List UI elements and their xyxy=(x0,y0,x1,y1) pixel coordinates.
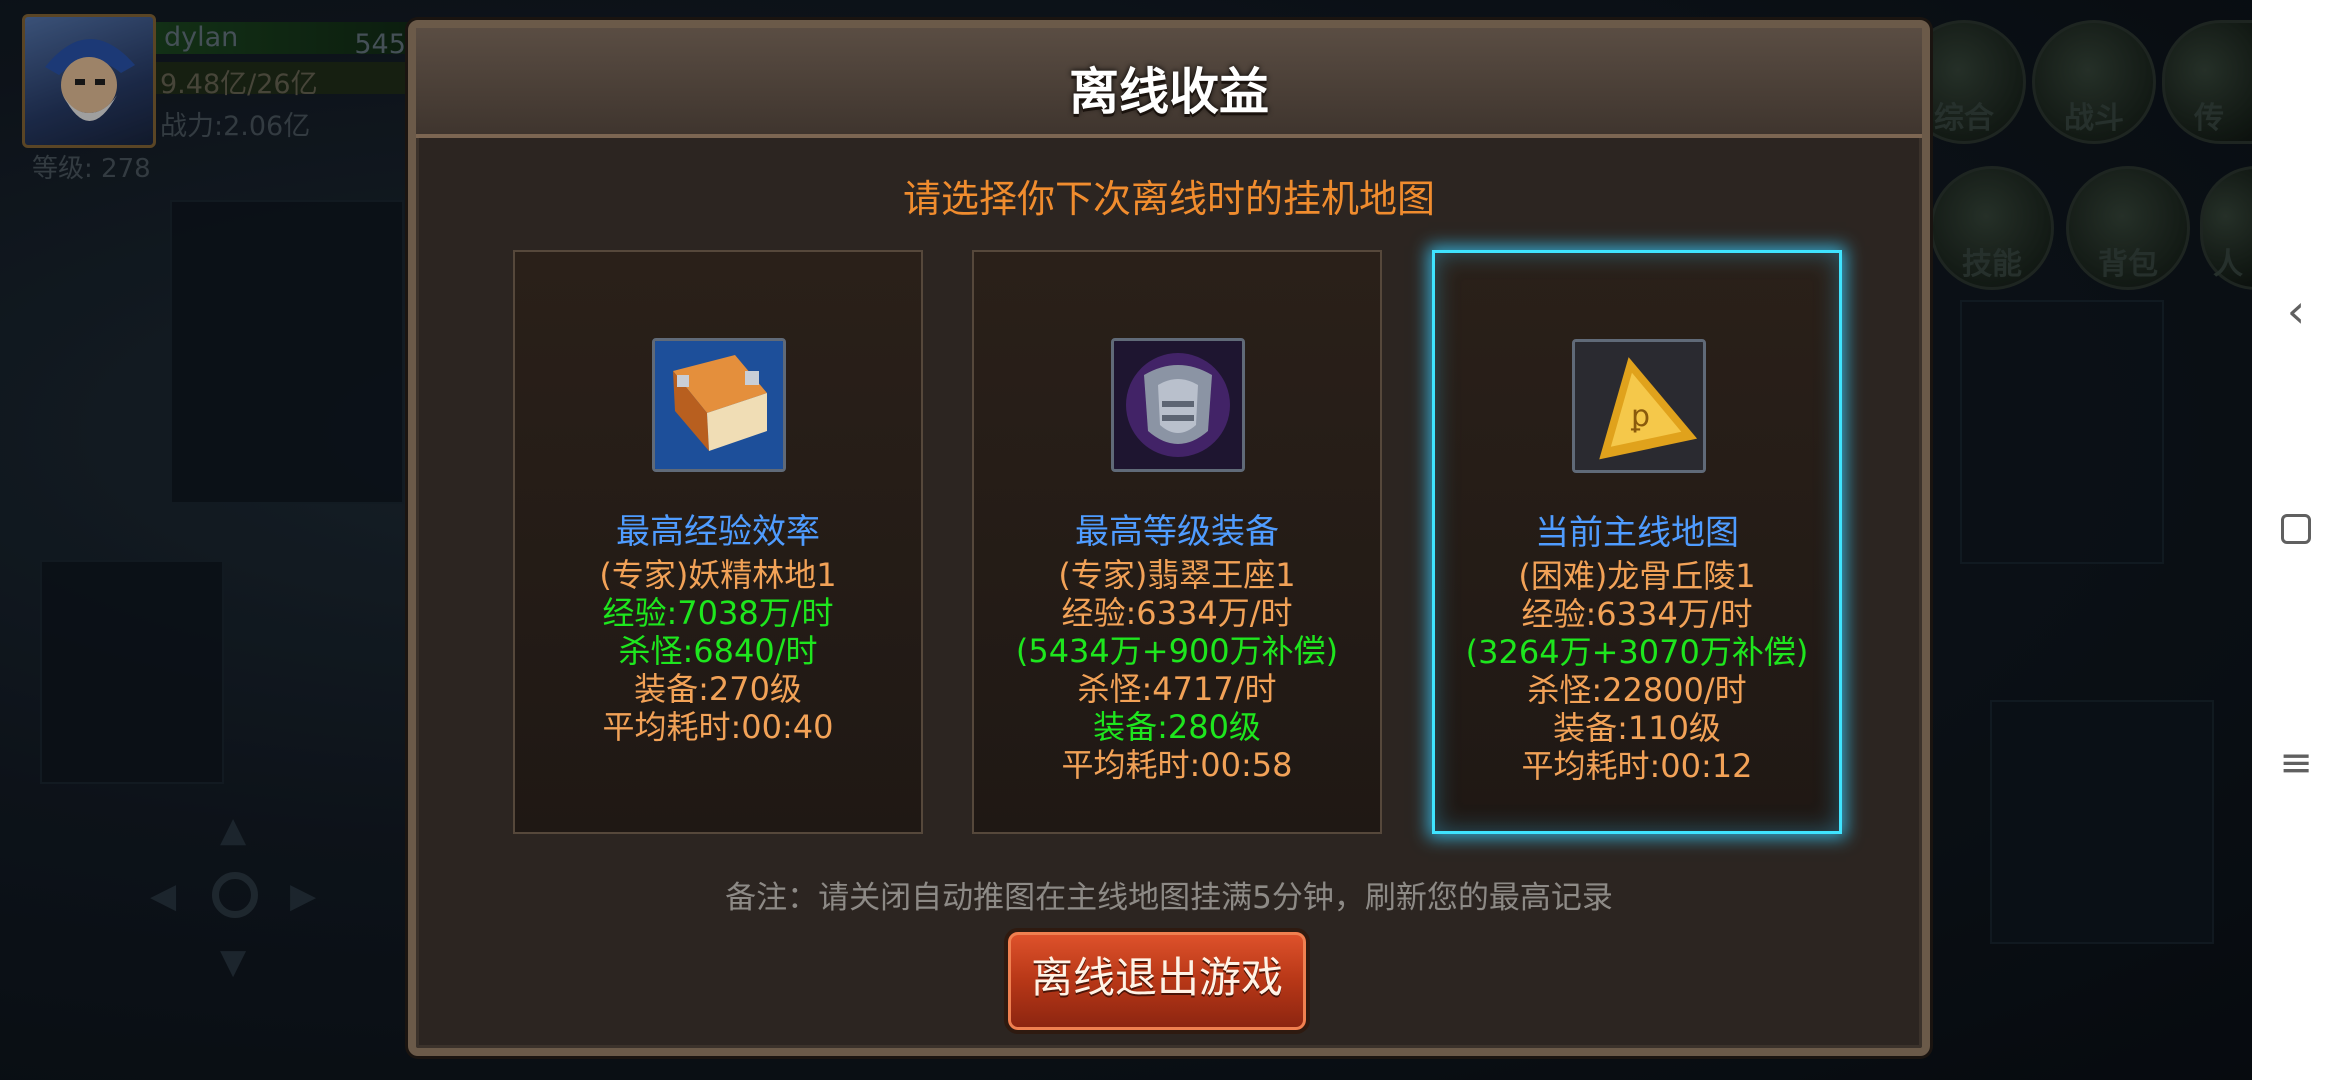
map-card-current-main[interactable]: ꝑ 当前主线地图 (困难)龙骨丘陵1 经验:6334万/时 (3264万+307… xyxy=(1432,250,1842,834)
card-stat: 经验:6334万/时 xyxy=(1061,594,1293,632)
card-stat: 装备:270级 xyxy=(634,670,802,708)
armor-icon xyxy=(1111,338,1245,472)
card-stat: 杀怪:4717/时 xyxy=(1077,670,1277,708)
svg-text:ꝑ: ꝑ xyxy=(1630,399,1650,434)
card-stat: 装备:110级 xyxy=(1553,709,1721,747)
card-stat: 平均耗时:00:58 xyxy=(1061,746,1293,784)
back-icon[interactable]: ‹ xyxy=(2252,284,2340,338)
dialog-title: 离线收益 xyxy=(1069,63,1269,121)
card-heading: 最高等级装备 xyxy=(1075,512,1279,552)
book-icon xyxy=(652,338,786,472)
card-stat: 平均耗时:00:12 xyxy=(1521,747,1753,785)
dialog-subtitle: 请选择你下次离线时的挂机地图 xyxy=(902,177,1435,221)
home-icon[interactable] xyxy=(2252,514,2340,544)
menu-icon[interactable]: ≡ xyxy=(2252,740,2340,786)
card-stat: 装备:280级 xyxy=(1093,708,1261,746)
card-stat: (3264万+3070万补偿) xyxy=(1465,633,1809,671)
card-heading: 当前主线地图 xyxy=(1535,513,1739,553)
dialog-note: 备注：请关闭自动推图在主线地图挂满5分钟，刷新您的最高记录 xyxy=(725,880,1613,916)
card-stat: 杀怪:6840/时 xyxy=(618,632,818,670)
card-heading: 最高经验效率 xyxy=(616,512,820,552)
card-map-name: (专家)妖精林地1 xyxy=(599,556,837,594)
card-map-name: (困难)龙骨丘陵1 xyxy=(1518,557,1756,595)
system-nav-bar: ‹ ≡ xyxy=(2252,0,2340,1080)
card-map-name: (专家)翡翠王座1 xyxy=(1058,556,1296,594)
card-stat: (5434万+900万补偿) xyxy=(1015,632,1339,670)
card-stat: 经验:6334万/时 xyxy=(1521,595,1753,633)
card-stat: 经验:7038万/时 xyxy=(602,594,834,632)
offline-exit-button[interactable]: 离线退出游戏 xyxy=(1004,928,1310,1034)
dialog-header: 离线收益 xyxy=(416,28,1922,138)
card-stat: 杀怪:22800/时 xyxy=(1527,671,1747,709)
map-card-equipment[interactable]: 最高等级装备 (专家)翡翠王座1 经验:6334万/时 (5434万+900万补… xyxy=(972,250,1382,834)
map-triangle-icon: ꝑ xyxy=(1572,339,1706,473)
map-card-exp[interactable]: 最高经验效率 (专家)妖精林地1 经验:7038万/时 杀怪:6840/时 装备… xyxy=(513,250,923,834)
offline-rewards-dialog: 离线收益 请选择你下次离线时的挂机地图 最高经验效率 (专家)妖精林地1 经验:… xyxy=(408,20,1930,1056)
card-stat: 平均耗时:00:40 xyxy=(602,708,834,746)
